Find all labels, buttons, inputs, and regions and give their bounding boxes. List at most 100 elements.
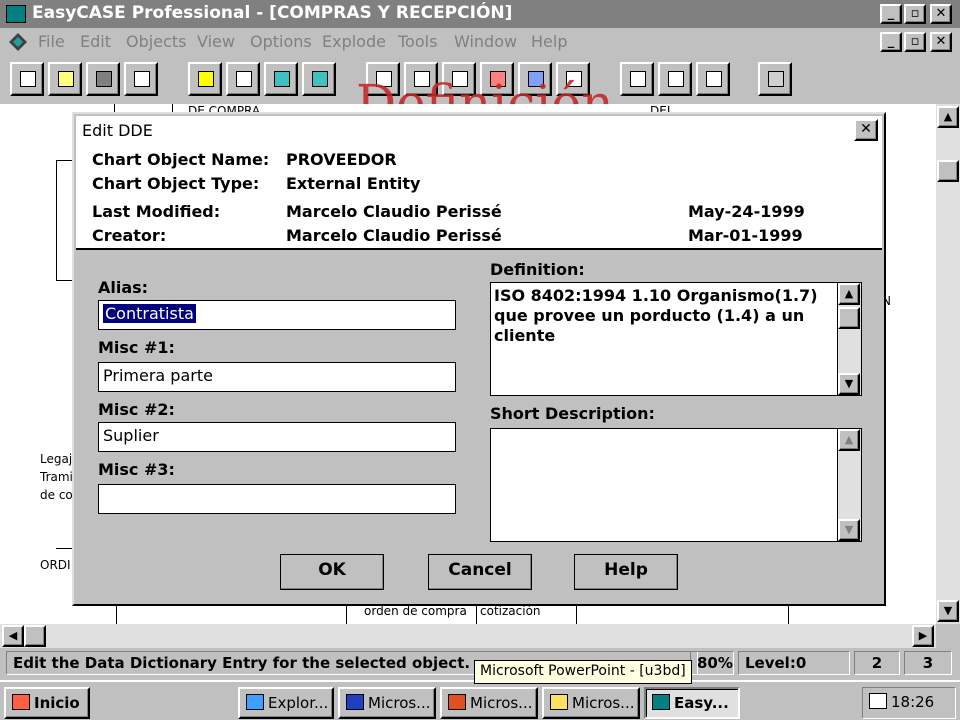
definition-scroll-thumb[interactable] [838, 307, 860, 329]
close-button[interactable]: ✕ [930, 4, 952, 24]
dialog-title-bar[interactable]: Edit DDE ✕ [76, 116, 882, 144]
pointer-tool-button[interactable] [188, 62, 222, 96]
flow-icon [312, 71, 328, 87]
dialog-close-button[interactable]: ✕ [854, 119, 878, 141]
dialog-header: Chart Object Name: PROVEEDOR Chart Objec… [76, 144, 882, 250]
tree-button[interactable] [696, 62, 730, 96]
scheduler-icon[interactable] [869, 693, 887, 709]
pointer-icon [198, 71, 214, 87]
open-button[interactable] [48, 62, 82, 96]
connect-tool-button[interactable] [226, 62, 260, 96]
creator-date: Mar-01-1999 [688, 226, 803, 245]
menu-edit[interactable]: Edit [80, 32, 111, 51]
misc3-input[interactable] [98, 484, 456, 514]
scroll-left-button[interactable]: ◀ [2, 625, 24, 647]
taskbar: Inicio Explor... Micros... Micros... Mic… [0, 680, 960, 720]
short-description-scrollbar[interactable]: ▲ ▼ [837, 429, 861, 541]
hierarchy-button[interactable] [658, 62, 692, 96]
doc-restore-button[interactable]: ▫ [904, 32, 926, 52]
hscroll-thumb[interactable] [24, 625, 46, 647]
short-description-scroll-down[interactable]: ▼ [838, 519, 860, 541]
pattern-icon [768, 71, 784, 87]
print-button[interactable] [124, 62, 158, 96]
start-button[interactable]: Inicio [4, 687, 90, 719]
quicklaunch-channels-icon[interactable] [182, 690, 208, 714]
tooltip: Microsoft PowerPoint - [u3bd] [474, 660, 692, 684]
menu-window[interactable]: Window [454, 32, 517, 51]
menu-view[interactable]: View [197, 32, 235, 51]
scroll-thumb[interactable] [937, 160, 959, 182]
pattern-button[interactable] [758, 62, 792, 96]
creator-label: Creator: [92, 226, 167, 245]
definition-scroll-up[interactable]: ▲ [838, 283, 860, 305]
open-icon [58, 71, 74, 87]
ok-button[interactable]: OK [280, 554, 384, 590]
bg-text: ORDI [40, 558, 71, 572]
short-description-scroll-up[interactable]: ▲ [838, 429, 860, 451]
task-micros[interactable]: Micros... [542, 687, 640, 719]
short-description-textarea[interactable]: ▲ ▼ [490, 428, 862, 542]
quicklaunch-explorer-icon[interactable] [112, 690, 138, 714]
menu-tools[interactable]: Tools [398, 32, 437, 51]
title-bar[interactable]: EasyCASE Professional - [COMPRAS Y RECEP… [0, 0, 960, 28]
misc2-label: Misc #2: [98, 400, 175, 419]
document-icon[interactable] [8, 32, 28, 52]
menu-help[interactable]: Help [531, 32, 567, 51]
windows-logo-icon [12, 694, 30, 710]
entity-tool-button[interactable] [264, 62, 298, 96]
maximize-button[interactable]: ▫ [904, 4, 926, 24]
doc-close-button[interactable]: ✕ [930, 32, 952, 52]
menu-file[interactable]: File [38, 32, 65, 51]
save-icon [96, 71, 112, 87]
help-button[interactable]: Help [574, 554, 678, 590]
clock: 18:26 [891, 693, 935, 711]
powerpoint-icon [448, 694, 466, 710]
menu-explode[interactable]: Explode [322, 32, 386, 51]
scroll-down-button[interactable]: ▼ [937, 600, 959, 622]
definition-scroll-down[interactable]: ▼ [838, 373, 860, 395]
scroll-up-button[interactable]: ▲ [937, 106, 959, 128]
new-button[interactable] [10, 62, 44, 96]
alias-input[interactable]: Contratista [98, 300, 456, 330]
scroll-right-button[interactable]: ▶ [912, 625, 934, 647]
misc3-label: Misc #3: [98, 460, 175, 479]
doc-minimize-button[interactable]: _ [880, 32, 902, 52]
misc1-input[interactable]: Primera parte [98, 362, 456, 392]
explode-button[interactable] [620, 62, 654, 96]
definition-scrollbar[interactable]: ▲ ▼ [837, 283, 861, 395]
vertical-scrollbar[interactable]: ▲ ▼ [936, 104, 960, 624]
definition-label: Definition: [490, 260, 585, 279]
task-powerpoint[interactable]: Micros... [440, 687, 538, 719]
new-icon [20, 71, 36, 87]
minimize-button[interactable]: _ [880, 4, 902, 24]
definition-textarea[interactable]: ISO 8402:1994 1.10 Organismo(1.7) que pr… [490, 282, 862, 396]
quicklaunch-desktop-icon[interactable] [146, 690, 172, 714]
bg-text: Legaj [40, 452, 73, 466]
task-explorer[interactable]: Explor... [238, 687, 334, 719]
last-modified-label: Last Modified: [92, 202, 221, 221]
chart-object-name-label: Chart Object Name: [92, 150, 270, 169]
status-level: Level:0 [738, 651, 850, 675]
chart-object-name-value: PROVEEDOR [286, 150, 397, 169]
task-easycase[interactable]: Easy... [644, 687, 740, 719]
bg-text: orden de compra [364, 604, 467, 618]
explode-icon [630, 71, 646, 87]
word-icon [346, 694, 364, 710]
short-description-label: Short Description: [490, 404, 655, 423]
misc2-input[interactable]: Suplier [98, 422, 456, 452]
system-tray: 18:26 [862, 687, 956, 719]
task-word[interactable]: Micros... [338, 687, 436, 719]
status-field: 2 [854, 651, 900, 675]
cancel-button[interactable]: Cancel [428, 554, 532, 590]
menu-objects[interactable]: Objects [126, 32, 186, 51]
dialog-title: Edit DDE [82, 121, 153, 140]
hierarchy-icon [668, 71, 684, 87]
easycase-app-icon[interactable] [6, 5, 26, 23]
bg-text: de co [40, 488, 73, 502]
last-modified-date: May-24-1999 [688, 202, 805, 221]
menu-options[interactable]: Options [250, 32, 312, 51]
save-button[interactable] [86, 62, 120, 96]
flow-tool-button[interactable] [302, 62, 336, 96]
horizontal-scrollbar[interactable]: ◀ ▶ [0, 624, 936, 648]
easycase-icon [652, 694, 670, 710]
